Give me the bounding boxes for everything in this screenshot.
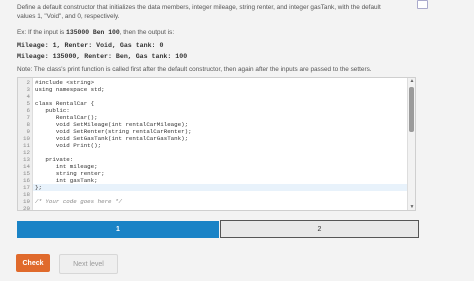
line-number: 13 (23, 156, 30, 163)
output-line-2: Mileage: 135000, Renter: Ben, Gas tank: … (17, 53, 188, 60)
code-line[interactable]: 5 class RentalCar { (18, 100, 408, 107)
code-text[interactable]: void SetRenter(string rentalCarRenter); (35, 128, 192, 135)
next-level-button[interactable]: Next level (59, 254, 118, 274)
example-suffix: , then the output is: (119, 29, 175, 36)
instructions: Define a default constructor that initia… (17, 3, 417, 21)
code-text[interactable]: public: (35, 107, 69, 114)
line-number: 11 (23, 142, 30, 149)
code-line[interactable]: 11 void Print(); (18, 142, 408, 149)
code-line[interactable]: 13 private: (18, 156, 408, 163)
code-text[interactable]: int gasTank; (35, 177, 98, 184)
code-line[interactable]: 7 RentalCar(); (18, 114, 408, 121)
note-text: Note: The class's print function is call… (17, 66, 372, 73)
code-line[interactable]: 9 void SetRenter(string rentalCarRenter)… (18, 128, 408, 135)
line-number: 18 (23, 191, 30, 198)
code-line[interactable]: 12 (18, 149, 408, 156)
line-number: 3 (26, 86, 30, 93)
line-number: 20 (23, 205, 30, 211)
output-line-1: Mileage: 1, Renter: Void, Gas tank: 0 (17, 42, 164, 49)
line-number: 14 (23, 163, 30, 170)
line-number: 7 (26, 114, 30, 121)
code-line[interactable]: 4 (18, 93, 408, 100)
code-line[interactable]: 15 string renter; (18, 170, 408, 177)
line-number: 17 (23, 184, 30, 191)
line-number: 5 (26, 100, 30, 107)
code-line[interactable]: 2 #include <string> (18, 79, 408, 86)
line-number: 15 (23, 170, 30, 177)
code-text[interactable]: using namespace std; (35, 86, 105, 93)
code-line[interactable]: 3 using namespace std; (18, 86, 408, 93)
expand-box[interactable] (417, 0, 428, 9)
line-number: 2 (26, 79, 30, 86)
instructions-line-2: values 1, "Void", and 0, respectively. (17, 13, 120, 20)
code-line[interactable]: 6 public: (18, 107, 408, 114)
code-line[interactable]: 20 (18, 205, 408, 211)
line-number: 4 (26, 93, 30, 100)
example-input: 135000 Ben 100 (66, 29, 120, 36)
instructions-line-1: Define a default constructor that initia… (17, 4, 381, 11)
scroll-down-icon[interactable]: ▼ (409, 204, 415, 210)
code-text[interactable]: RentalCar(); (35, 114, 98, 121)
scroll-thumb[interactable] (409, 87, 414, 132)
line-number: 12 (23, 149, 30, 156)
progress-step-2[interactable]: 2 (220, 220, 419, 238)
code-text[interactable]: class RentalCar { (35, 100, 94, 107)
code-text[interactable]: void SetMileage(int rentalCarMileage); (35, 121, 188, 128)
check-button[interactable]: Check (16, 254, 50, 272)
code-text[interactable]: }; (35, 184, 42, 191)
line-number: 19 (23, 198, 30, 205)
code-text[interactable]: void Print(); (35, 142, 101, 149)
editor-scrollbar[interactable]: ▲ ▼ (407, 78, 415, 210)
code-text[interactable]: private: (35, 156, 73, 163)
code-editor[interactable]: 2 #include <string> 3 using namespace std; 4… (17, 77, 416, 211)
code-line[interactable]: 16 int gasTank; (18, 177, 408, 184)
code-text[interactable]: #include <string> (35, 79, 94, 86)
code-text[interactable]: int mileage; (35, 163, 98, 170)
code-line[interactable]: 14 int mileage; (18, 163, 408, 170)
scroll-up-icon[interactable]: ▲ (409, 78, 415, 84)
line-number: 9 (26, 128, 30, 135)
line-number: 8 (26, 121, 30, 128)
code-text[interactable]: string renter; (35, 170, 105, 177)
code-line[interactable]: 10 void SetGasTank(int rentalCarGasTank)… (18, 135, 408, 142)
code-line[interactable]: 17}; (18, 184, 408, 191)
example-prefix: Ex: If the input is (17, 29, 65, 36)
code-line[interactable]: 8 void SetMileage(int rentalCarMileage); (18, 121, 408, 128)
line-number: 6 (26, 107, 30, 114)
code-text[interactable]: /* Your code goes here */ (35, 198, 122, 205)
code-line[interactable]: 19 /* Your code goes here */ (18, 198, 408, 205)
example-text: Ex: If the input is 135000 Ben 100, then… (17, 29, 174, 36)
code-line[interactable]: 18 (18, 191, 408, 198)
code-text[interactable]: void SetGasTank(int rentalCarGasTank); (35, 135, 188, 142)
line-number: 16 (23, 177, 30, 184)
progress-step-1[interactable]: 1 (17, 221, 219, 238)
line-number: 10 (23, 135, 30, 142)
